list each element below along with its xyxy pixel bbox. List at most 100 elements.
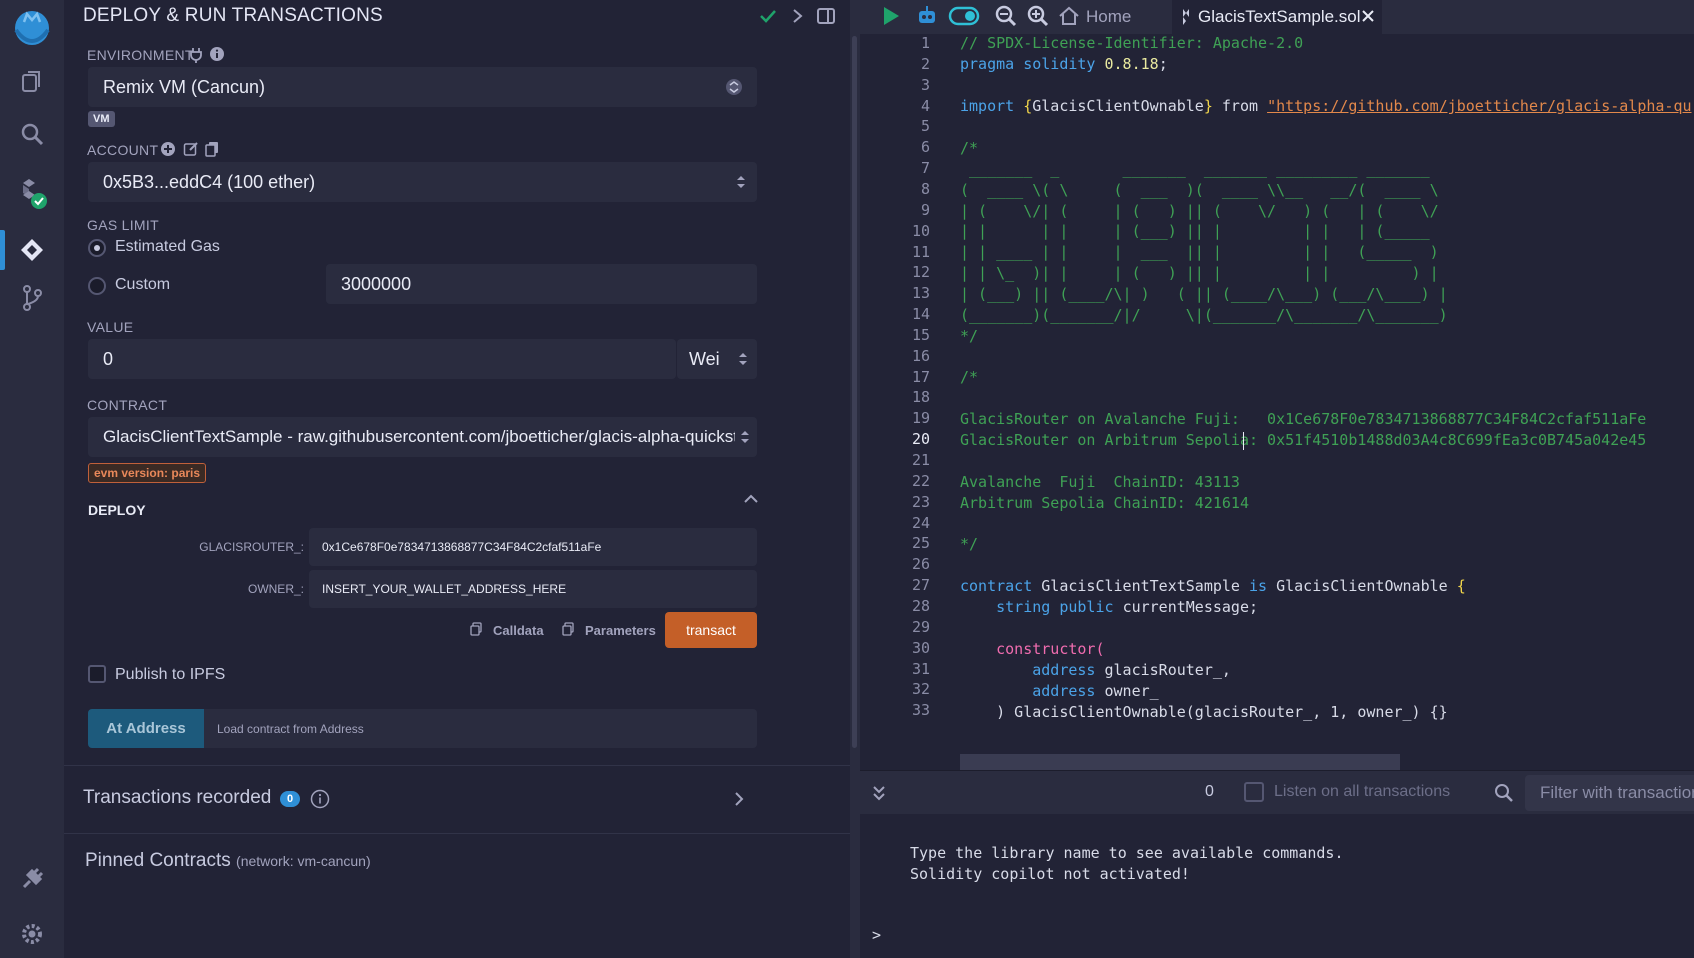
zoom-in-icon[interactable] — [1027, 5, 1049, 32]
value-label: VALUE — [87, 319, 134, 335]
code-line-active: GlacisRouter on Arbitrum Sepolia: 0x51f4… — [960, 431, 1647, 449]
token[interactable]: "https://github.com/jboetticher/glacis-a… — [1267, 97, 1691, 115]
terminal-line: Type the library name to see available c… — [910, 844, 1344, 862]
panel-splitter[interactable] — [850, 0, 860, 958]
line-number: 4 — [920, 96, 930, 115]
line-number: 25 — [911, 534, 930, 553]
code-line: Avalanche Fuji ChainID: 43113 — [960, 473, 1240, 491]
line-number: 31 — [911, 659, 930, 678]
token: import — [960, 97, 1015, 115]
ai-robot-icon[interactable] — [915, 4, 939, 33]
solidity-compiler-icon[interactable] — [0, 170, 64, 218]
environment-select[interactable]: Remix VM (Cancun) — [88, 67, 757, 107]
transact-button[interactable]: transact — [665, 612, 757, 648]
contract-select[interactable]: GlacisClientTextSample - raw.githubuserc… — [88, 417, 757, 457]
code-line: // SPDX-License-Identifier: Apache-2.0 — [960, 34, 1304, 52]
code-line: address owner_ — [960, 682, 1158, 700]
line-number: 2 — [920, 54, 930, 73]
token: ) GlacisClientOwnable(glacisRouter_, 1, … — [996, 703, 1448, 721]
file-explorer-icon[interactable] — [0, 58, 64, 106]
icon-rail — [0, 0, 65, 958]
token: glacisRouter_, — [1104, 661, 1231, 679]
info-icon[interactable] — [209, 46, 225, 67]
listen-all-label: Listen on all transactions — [1274, 783, 1451, 800]
search-icon[interactable] — [1494, 783, 1514, 808]
search-icon[interactable] — [0, 110, 64, 158]
info-circle-icon[interactable] — [310, 789, 330, 814]
git-icon[interactable] — [0, 274, 64, 322]
check-icon — [759, 7, 777, 30]
line-number: 3 — [920, 75, 930, 94]
zoom-out-icon[interactable] — [995, 5, 1017, 32]
account-value: 0x5B3...eddC4 (100 ether) — [103, 171, 316, 192]
contract-value: GlacisClientTextSample - raw.githubuserc… — [103, 427, 735, 446]
line-number: 11 — [911, 242, 930, 261]
plugin-manager-icon[interactable] — [0, 855, 64, 903]
code-editor[interactable]: 1 2 3 4 5 6 7 8 9 10 11 12 13 14 15 16 17 18 19 20 21 22 23 24 2… — [860, 34, 1694, 770]
chevron-up-icon[interactable] — [743, 492, 759, 511]
token: GlacisClientTextSample — [1041, 577, 1240, 595]
code-line: /* — [960, 139, 979, 157]
collapse-terminal-icon[interactable] — [871, 784, 887, 807]
remix-logo-icon[interactable] — [0, 2, 64, 54]
code-line: */ — [960, 326, 979, 345]
copy-icon[interactable] — [205, 141, 219, 162]
calldata-copy-icon[interactable] — [470, 622, 482, 641]
line-number: 24 — [911, 513, 930, 532]
code-line: /* — [960, 368, 979, 386]
owner-param-input[interactable]: INSERT_YOUR_WALLET_ADDRESS_HERE — [309, 570, 757, 608]
at-address-input[interactable]: Load contract from Address — [204, 709, 757, 748]
panel-title: DEPLOY & RUN TRANSACTIONS — [83, 5, 383, 26]
estimated-gas-radio[interactable] — [88, 239, 106, 257]
terminal-filter-input[interactable]: Filter with transaction hash or address — [1525, 775, 1694, 811]
parameters-copy-icon[interactable] — [562, 622, 574, 641]
tab-glacis-text-sample[interactable]: GlacisTextSample.sol — [1172, 0, 1382, 34]
value-input[interactable]: 0 — [88, 339, 676, 379]
line-number: 1 — [920, 34, 930, 52]
splitter-grip[interactable] — [852, 36, 857, 748]
token: constructor( — [996, 640, 1105, 658]
token: 0.8.18 — [1104, 55, 1159, 73]
line-number: 30 — [911, 638, 930, 657]
listen-all-checkbox[interactable] — [1244, 782, 1264, 802]
run-script-icon[interactable] — [880, 5, 902, 32]
gas-limit-input[interactable]: 3000000 — [326, 264, 757, 304]
terminal-prompt[interactable]: > — [872, 926, 881, 944]
token: GlacisClientOwnable — [1276, 577, 1448, 595]
line-number: 18 — [911, 388, 930, 407]
deploy-run-icon[interactable] — [0, 226, 64, 274]
calldata-button[interactable]: Calldata — [493, 623, 544, 638]
edit-icon[interactable] — [183, 141, 199, 162]
panel-header: DEPLOY & RUN TRANSACTIONS — [64, 0, 850, 34]
updown-icon — [735, 173, 747, 196]
line-number: 29 — [911, 617, 930, 636]
line-number: 7 — [920, 159, 930, 178]
editor-tab-bar: Home GlacisTextSample.sol — [860, 0, 1694, 34]
parameters-button[interactable]: Parameters — [585, 623, 656, 638]
token: currentMessage; — [1122, 598, 1259, 616]
chevron-right-icon[interactable] — [791, 7, 805, 30]
copilot-toggle-icon[interactable] — [948, 5, 980, 32]
account-select[interactable]: 0x5B3...eddC4 (100 ether) — [88, 162, 757, 202]
line-number: 21 — [911, 451, 930, 469]
add-account-icon[interactable] — [160, 141, 176, 162]
tab-home[interactable]: Home — [1058, 0, 1172, 34]
toggle-panel-icon[interactable] — [816, 6, 836, 31]
line-number: 23 — [911, 492, 930, 511]
at-address-button[interactable]: At Address — [88, 709, 204, 748]
close-icon[interactable] — [1361, 9, 1375, 28]
plug-icon[interactable] — [189, 47, 203, 68]
code-line: GlacisRouter on Avalanche Fuji: 0x1Ce678… — [960, 410, 1647, 428]
token: pragma solidity — [960, 55, 1096, 73]
pending-tx-count: 0 — [1205, 783, 1214, 800]
glacisrouter-param-input[interactable]: 0x1Ce678F0e7834713868877C34F84C2cfaf511a… — [309, 528, 757, 566]
terminal-output[interactable]: Type the library name to see available c… — [860, 814, 1694, 958]
text-cursor — [1243, 432, 1244, 450]
value-unit-select[interactable]: Wei — [677, 339, 757, 379]
transactions-recorded-label[interactable]: Transactions recorded — [83, 787, 271, 809]
settings-gear-icon[interactable] — [0, 910, 64, 958]
chevron-right-icon[interactable] — [732, 791, 746, 812]
custom-gas-radio[interactable] — [88, 277, 106, 295]
publish-ipfs-checkbox[interactable] — [88, 665, 106, 683]
environment-label: ENVIRONMENT — [87, 47, 194, 63]
